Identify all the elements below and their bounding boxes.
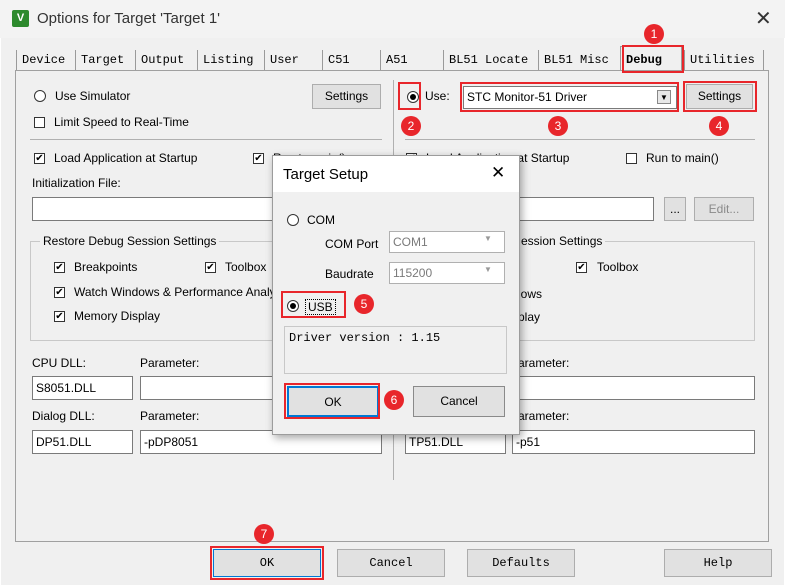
dialog-close-icon[interactable]: ✕ bbox=[491, 163, 505, 183]
driver-version-text: Driver version : 1.15 bbox=[289, 331, 441, 345]
limit-speed-label: Limit Speed to Real-Time bbox=[54, 115, 189, 129]
edit-button[interactable]: Edit... bbox=[694, 197, 754, 221]
right-cpu-param-input[interactable] bbox=[518, 376, 755, 400]
right-toolbox-checkbox[interactable]: ✔ bbox=[576, 262, 587, 273]
tab-c51[interactable]: C51 bbox=[322, 50, 380, 70]
right-memory-label: play bbox=[518, 310, 541, 324]
cpu-dll-label: CPU DLL: bbox=[32, 356, 87, 370]
help-button[interactable]: Help bbox=[664, 549, 772, 577]
annotation-badge-1: 1 bbox=[644, 24, 664, 44]
com-port-chevron-icon: ▼ bbox=[484, 234, 492, 243]
annotation-badge-4: 4 bbox=[709, 116, 729, 136]
app-icon: V bbox=[12, 10, 29, 27]
annotation-box-dialog-ok bbox=[284, 383, 380, 419]
com-label: COM bbox=[307, 213, 335, 227]
annotation-badge-6: 6 bbox=[384, 390, 404, 410]
tab-a51[interactable]: A51 bbox=[380, 50, 443, 70]
com-radio[interactable] bbox=[287, 214, 299, 226]
window-title: Options for Target 'Target 1' bbox=[37, 10, 221, 27]
baudrate-label: Baudrate bbox=[325, 267, 374, 281]
right-dialog-param-input[interactable]: -p51 bbox=[512, 430, 755, 454]
use-simulator-radio[interactable] bbox=[34, 90, 46, 102]
dialog-dll-input[interactable]: DP51.DLL bbox=[32, 430, 133, 454]
dialog-param-label: Parameter: bbox=[140, 409, 200, 423]
dialog-title: Target Setup bbox=[283, 166, 369, 183]
load-app-label: Load Application at Startup bbox=[54, 151, 198, 165]
browse-button[interactable]: ... bbox=[664, 197, 686, 221]
simulator-settings-button[interactable]: Settings bbox=[312, 84, 381, 109]
annotation-box-ok bbox=[210, 546, 324, 580]
cancel-button[interactable]: Cancel bbox=[337, 549, 445, 577]
run-to-main-checkbox[interactable]: ✔ bbox=[253, 153, 264, 164]
dialog-dll-label: Dialog DLL: bbox=[32, 409, 95, 423]
annotation-box-settings bbox=[683, 81, 757, 112]
annotation-box-debug-tab bbox=[622, 45, 684, 73]
baudrate-chevron-icon: ▼ bbox=[484, 265, 492, 274]
cpu-dll-input[interactable]: S8051.DLL bbox=[32, 376, 133, 400]
watch-windows-label: Watch Windows & Performance Analyzer bbox=[74, 285, 293, 299]
annotation-box-usb bbox=[281, 291, 346, 318]
toolbox-checkbox[interactable]: ✔ bbox=[205, 262, 216, 273]
defaults-button[interactable]: Defaults bbox=[467, 549, 575, 577]
annotation-badge-7: 7 bbox=[254, 524, 274, 544]
right-watch-label: lows bbox=[518, 287, 543, 301]
tab-device[interactable]: Device bbox=[16, 50, 73, 70]
restore-settings-label: Restore Debug Session Settings bbox=[40, 234, 220, 248]
init-file-label: Initialization File: bbox=[32, 176, 121, 190]
baudrate-value: 115200 bbox=[393, 266, 433, 280]
breakpoints-checkbox[interactable]: ✔ bbox=[54, 262, 65, 273]
annotation-badge-5: 5 bbox=[354, 294, 374, 314]
tab-bl51-locate[interactable]: BL51 Locate bbox=[443, 50, 538, 70]
toolbox-label: Toolbox bbox=[225, 260, 267, 274]
limit-speed-checkbox[interactable] bbox=[34, 117, 45, 128]
load-app-checkbox[interactable]: ✔ bbox=[34, 153, 45, 164]
tab-listing[interactable]: Listing bbox=[197, 50, 264, 70]
close-icon[interactable]: ✕ bbox=[755, 6, 772, 31]
right-toolbox-label: Toolbox bbox=[597, 260, 639, 274]
tab-bl51-misc[interactable]: BL51 Misc bbox=[538, 50, 620, 70]
tab-output[interactable]: Output bbox=[135, 50, 197, 70]
memory-display-label: Memory Display bbox=[74, 309, 161, 323]
annotation-badge-3: 3 bbox=[548, 116, 568, 136]
right-separator bbox=[405, 139, 755, 140]
left-separator bbox=[30, 139, 382, 140]
tab-target[interactable]: Target bbox=[75, 50, 135, 70]
watch-windows-checkbox[interactable]: ✔ bbox=[54, 287, 65, 298]
com-port-label: COM Port bbox=[325, 237, 379, 251]
use-label: Use: bbox=[425, 89, 450, 103]
memory-display-checkbox[interactable]: ✔ bbox=[54, 311, 65, 322]
annotation-box-driver-select bbox=[460, 82, 679, 112]
annotation-box-use-radio bbox=[398, 82, 421, 110]
use-simulator-label: Use Simulator bbox=[55, 89, 131, 103]
breakpoints-label: Breakpoints bbox=[74, 260, 138, 274]
right-restore-label: ession Settings bbox=[518, 234, 606, 248]
right-init-file-input[interactable] bbox=[518, 197, 654, 221]
tab-utilities[interactable]: Utilities bbox=[684, 50, 764, 70]
com-port-value: COM1 bbox=[393, 235, 428, 249]
right-run-to-main-label: Run to main() bbox=[646, 151, 719, 165]
right-run-to-main-checkbox[interactable] bbox=[626, 153, 637, 164]
right-dialog-param-label: arameter: bbox=[518, 409, 570, 423]
tab-user[interactable]: User bbox=[264, 50, 322, 70]
cpu-param-label: Parameter: bbox=[140, 356, 200, 370]
annotation-badge-2: 2 bbox=[401, 116, 421, 136]
dialog-cancel-button[interactable]: Cancel bbox=[413, 386, 505, 417]
right-cpu-param-label: arameter: bbox=[518, 356, 570, 370]
